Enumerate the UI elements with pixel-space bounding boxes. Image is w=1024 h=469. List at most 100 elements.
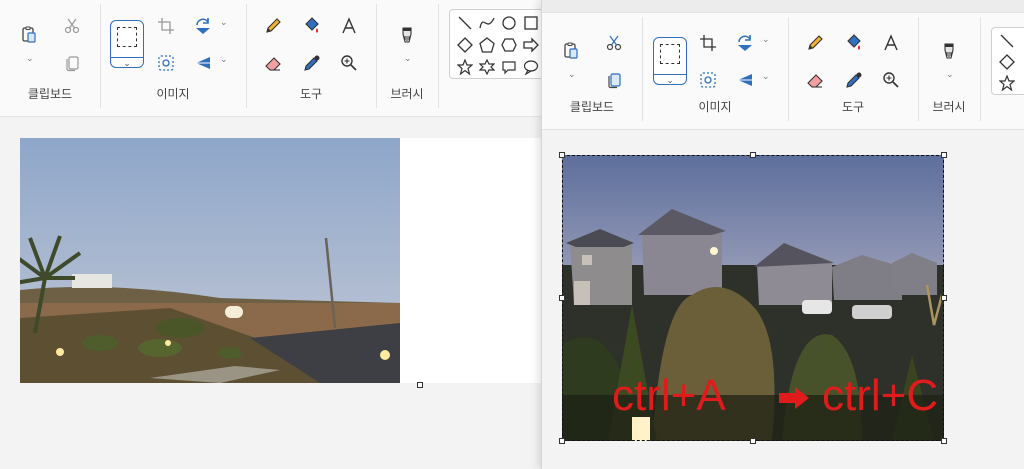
star-icon[interactable] (999, 75, 1015, 91)
brushes-group-label: 브러시 (932, 100, 966, 114)
line-icon[interactable] (457, 15, 473, 31)
diamond-icon[interactable] (999, 54, 1015, 70)
image-select-button[interactable] (153, 50, 179, 76)
paste-icon (22, 26, 36, 43)
speech-bubble-icon[interactable] (501, 59, 517, 75)
selection-handle[interactable] (941, 438, 947, 444)
select-button-divider (654, 74, 686, 75)
fill-button[interactable] (299, 13, 325, 39)
arrow-icon[interactable] (523, 37, 539, 53)
eraser-icon (807, 74, 823, 88)
canvas-area[interactable] (0, 118, 541, 469)
selection-handle[interactable] (559, 438, 565, 444)
speech-bubble-icon[interactable] (523, 59, 539, 75)
crop-icon (700, 35, 716, 51)
rotate-chevron-icon[interactable]: ⌄ (762, 35, 770, 45)
flip-chevron-icon[interactable]: ⌄ (762, 72, 770, 82)
magnifier-icon (883, 72, 899, 88)
shortcut-annotation-copy: ctrl+C (822, 371, 939, 420)
pencil-button[interactable] (802, 30, 828, 56)
brush-button[interactable] (936, 38, 962, 64)
select-chevron-icon[interactable]: ⌄ (654, 76, 686, 86)
star-icon[interactable] (457, 59, 473, 75)
crop-button[interactable] (153, 13, 179, 39)
resize-handle[interactable] (417, 382, 423, 388)
select-button[interactable]: ⌄ (653, 37, 687, 86)
cut-icon (64, 18, 80, 34)
tools-group: 도구 (788, 13, 918, 129)
select-button[interactable]: ⌄ (110, 20, 144, 69)
diamond-icon[interactable] (457, 37, 473, 53)
flip-button[interactable] (732, 67, 758, 93)
paste-chevron-icon[interactable]: ⌄ (568, 70, 576, 80)
brush-button[interactable] (394, 22, 420, 48)
shapes-gallery[interactable] (449, 9, 541, 79)
cut-button[interactable] (601, 30, 627, 56)
copy-button[interactable] (59, 50, 85, 76)
copy-icon (66, 56, 79, 72)
eraser-button[interactable] (802, 67, 828, 93)
brush-chevron-icon[interactable]: ⌄ (946, 70, 954, 80)
cut-button[interactable] (59, 13, 85, 39)
selection-handle[interactable] (559, 295, 565, 301)
paste-button[interactable] (16, 22, 42, 48)
color-picker-button[interactable] (841, 67, 867, 93)
select-icon (117, 27, 137, 47)
copy-button[interactable] (601, 67, 627, 93)
selection-handle[interactable] (941, 295, 947, 301)
tools-group-label: 도구 (841, 100, 865, 114)
title-bar (542, 0, 1024, 12)
image-select-icon (158, 55, 174, 71)
hexagon-icon[interactable] (501, 37, 517, 53)
flip-button[interactable] (190, 50, 216, 76)
magnifier-button[interactable] (336, 50, 362, 76)
selection-handle[interactable] (750, 152, 756, 158)
six-point-star-icon[interactable] (479, 59, 495, 75)
rectangle-icon[interactable] (523, 15, 539, 31)
canvas-area[interactable]: ctrl+A ctrl+C (542, 131, 1024, 469)
brush-chevron-icon[interactable]: ⌄ (404, 54, 412, 64)
tools-group-label: 도구 (299, 87, 323, 101)
magnifier-button[interactable] (878, 67, 904, 93)
selection-handle[interactable] (750, 438, 756, 444)
selection-handle[interactable] (941, 152, 947, 158)
flip-icon (738, 74, 752, 86)
eraser-button[interactable] (260, 50, 286, 76)
flip-chevron-icon[interactable]: ⌄ (220, 55, 228, 65)
paste-chevron-icon[interactable]: ⌄ (26, 54, 34, 64)
text-button[interactable] (336, 13, 362, 39)
brush-icon (944, 43, 954, 59)
rotate-button[interactable] (190, 13, 216, 39)
pencil-button[interactable] (260, 13, 286, 39)
image-select-icon (700, 72, 716, 88)
ribbon-toolbar: ⌄ 클립보드 ⌄ ⌄ ⌄ 이미지 도구 ⌄ 브러시 (0, 0, 541, 117)
select-chevron-icon[interactable]: ⌄ (111, 59, 143, 69)
text-icon (342, 17, 356, 34)
selection-handle[interactable] (559, 152, 565, 158)
paint-window-left: ⌄ 클립보드 ⌄ ⌄ ⌄ 이미지 도구 ⌄ 브러시 (0, 0, 541, 469)
clipboard-group-label: 클립보드 (569, 100, 615, 114)
paste-button[interactable] (558, 38, 584, 64)
pentagon-icon[interactable] (479, 37, 495, 53)
rotate-button[interactable] (732, 30, 758, 56)
crop-button[interactable] (695, 30, 721, 56)
rotate-icon (196, 18, 210, 34)
fill-button[interactable] (841, 30, 867, 56)
ribbon-divider (438, 4, 439, 108)
shapes-gallery[interactable] (991, 27, 1024, 95)
ribbon-toolbar: ⌄ 클립보드 ⌄ ⌄ ⌄ 이미지 도구 ⌄ 브러시 (542, 12, 1024, 130)
curve-icon[interactable] (479, 15, 495, 31)
image-group: ⌄ ⌄ ⌄ 이미지 (100, 0, 246, 116)
image-select-button[interactable] (695, 67, 721, 93)
cut-icon (606, 35, 622, 51)
clipboard-group: ⌄ 클립보드 (0, 0, 100, 116)
oval-icon[interactable] (501, 15, 517, 31)
color-picker-button[interactable] (299, 50, 325, 76)
tools-group: 도구 (246, 0, 376, 116)
color-picker-icon (846, 72, 862, 88)
line-icon[interactable] (999, 33, 1015, 49)
rotate-chevron-icon[interactable]: ⌄ (220, 18, 228, 28)
text-button[interactable] (878, 30, 904, 56)
brushes-group-label: 브러시 (390, 87, 424, 101)
flip-icon (196, 57, 210, 69)
